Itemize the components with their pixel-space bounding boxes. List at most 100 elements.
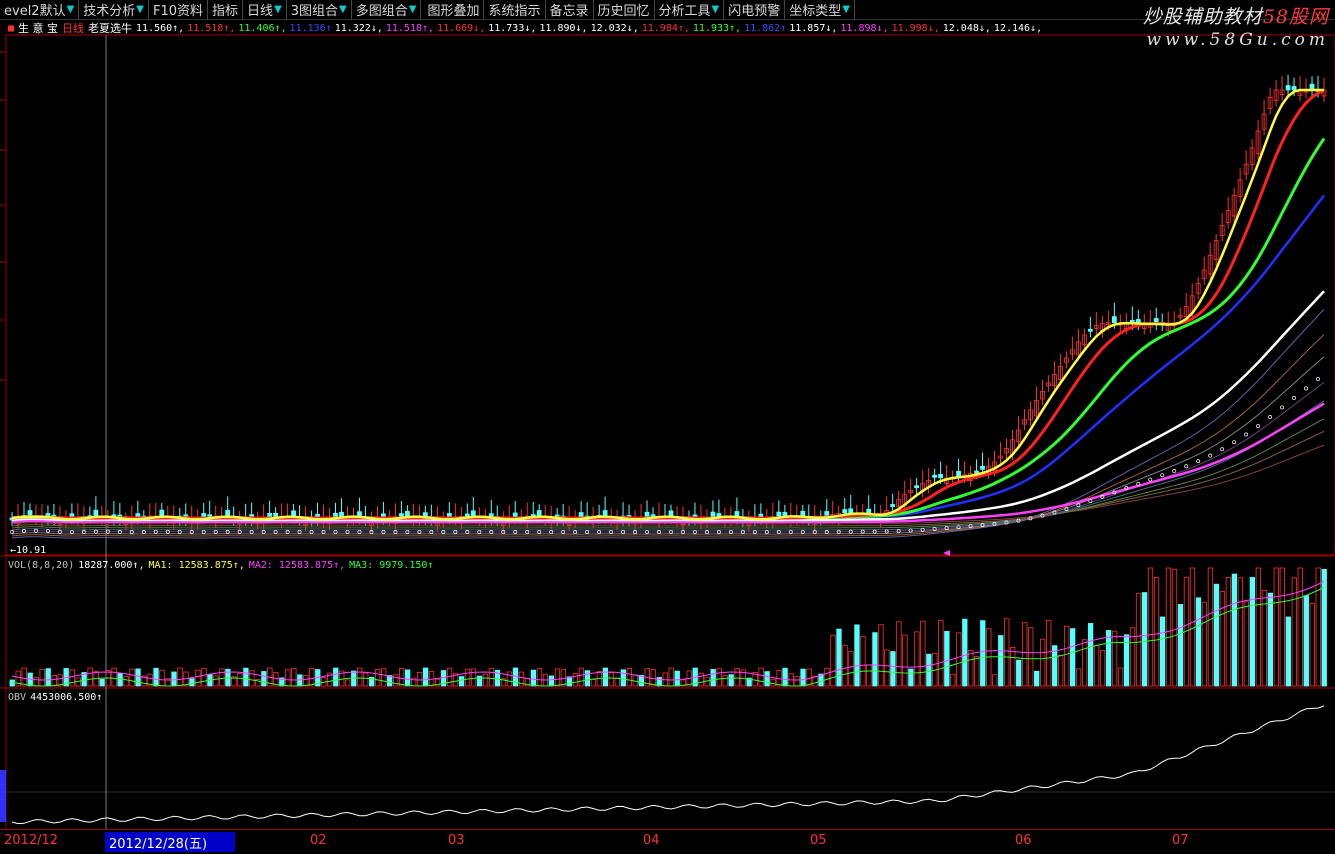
volume-bar <box>488 667 495 687</box>
volume-bar <box>87 667 93 687</box>
period-label[interactable]: 日线 <box>62 20 84 36</box>
volume-bar <box>854 624 860 687</box>
ma-value: 11.136↑ <box>289 22 332 34</box>
volume-bar <box>620 669 626 687</box>
panel-marker-icon[interactable]: ■ <box>8 23 14 34</box>
formula-name[interactable]: 老夏选牛 <box>88 20 132 36</box>
volume-bar <box>375 669 381 687</box>
candle-body <box>776 511 782 517</box>
volume-bar <box>1087 623 1094 687</box>
volume-bar <box>1225 577 1232 687</box>
candle-body <box>578 512 584 518</box>
volume-bar <box>710 669 716 687</box>
volume-bar <box>399 668 405 687</box>
dropdown-arrow-icon[interactable]: ▼ <box>339 4 347 15</box>
volume-bar <box>1135 592 1142 687</box>
month-label: 07 <box>1172 833 1189 848</box>
volume-bar <box>482 673 489 687</box>
volume-bar <box>1303 595 1309 687</box>
date-axis[interactable]: 2012/12 2012/12/28(五) 02 03 04 05 06 07 <box>0 829 1335 854</box>
volume-bar <box>219 668 225 687</box>
volume-bar <box>866 664 872 687</box>
dropdown-arrow-icon[interactable]: ▼ <box>712 4 720 15</box>
volume-bar <box>1034 670 1040 687</box>
vol-name[interactable]: VOL(8,8,20) <box>8 560 74 571</box>
long-ma-line <box>11 381 1325 533</box>
toolbar-item-label: 日线 <box>247 4 274 19</box>
volume-bar <box>914 631 920 687</box>
dotted-ma-point <box>1220 447 1225 452</box>
toolbar-item-label: 指标 <box>212 4 239 19</box>
volume-bar <box>1243 601 1250 687</box>
ma-value: 11.898↓, <box>840 22 889 34</box>
candle-body <box>932 474 937 478</box>
dotted-ma-point <box>1172 468 1177 473</box>
volume-bar <box>908 668 914 687</box>
toolbar-item-label: 技术分析 <box>83 4 136 19</box>
dropdown-arrow-icon[interactable]: ▼ <box>274 4 282 15</box>
volume-bar <box>1189 567 1196 687</box>
volume-bar <box>39 669 45 687</box>
volume-bar <box>872 632 878 687</box>
dropdown-arrow-icon[interactable]: ▼ <box>67 4 75 15</box>
volume-bar <box>189 678 195 687</box>
candle-body <box>824 511 830 517</box>
ma-value: 11.518↑, <box>385 22 435 34</box>
volume-bar <box>890 651 896 687</box>
toolbar-item-13[interactable]: 坐标类型 ▼ <box>785 0 855 20</box>
volume-bar <box>363 672 369 687</box>
volume-bar <box>554 668 561 687</box>
ma-value: 12.146↓, <box>993 22 1043 34</box>
toolbar-item-3[interactable]: 指标 <box>208 0 244 20</box>
volume-bar <box>998 635 1004 687</box>
watermark-title: 炒股辅助教材58股网 <box>1142 6 1329 28</box>
volume-bar <box>1147 567 1154 687</box>
volume-bar <box>758 667 764 687</box>
toolbar-item-9[interactable]: 备忘录 <box>546 0 594 20</box>
long-ma-line <box>11 356 1325 535</box>
obv-name[interactable]: OBV <box>8 692 26 703</box>
toolbar-item-7[interactable]: 图形叠加 <box>421 0 485 20</box>
volume-bar <box>1081 639 1088 687</box>
toolbar-item-1[interactable]: 技术分析 ▼ <box>79 0 149 20</box>
dropdown-arrow-icon[interactable]: ▼ <box>136 4 144 15</box>
toolbar-item-10[interactable]: 历史回忆 <box>594 0 655 20</box>
dropdown-arrow-icon[interactable]: ▼ <box>842 4 850 15</box>
volume-bar <box>416 672 423 687</box>
volume-bar <box>249 670 255 687</box>
toolbar-item-5[interactable]: 3图组合 ▼ <box>287 0 352 20</box>
volume-bar <box>1285 616 1291 687</box>
dotted-ma-point <box>1244 432 1249 437</box>
toolbar-item-label: 坐标类型 <box>789 4 842 19</box>
candle-body <box>1087 328 1093 332</box>
ma-value: 11.862↑ <box>744 22 787 34</box>
long-ma-line <box>11 308 1325 539</box>
volume-bar <box>860 635 866 687</box>
volume-bar <box>608 672 614 687</box>
toolbar-item-12[interactable]: 闪电预警 <box>724 0 786 20</box>
volume-bar <box>1141 592 1148 687</box>
volume-bar <box>381 668 387 687</box>
dotted-ma-point <box>1160 473 1165 478</box>
toolbar-item-11[interactable]: 分析工具 ▼ <box>655 0 725 20</box>
ma-value: 11.998↓, <box>891 22 940 34</box>
toolbar-item-2[interactable]: F10资料 <box>149 0 209 20</box>
toolbar-item-6[interactable]: 多图组合 ▼ <box>352 0 422 20</box>
ma-value: 11.857↓, <box>789 22 838 34</box>
volume-bar <box>333 667 339 687</box>
candle-body <box>470 510 476 517</box>
volume-bar <box>764 671 770 687</box>
candle-body <box>267 512 273 518</box>
volume-bar <box>902 634 908 687</box>
toolbar-item-label: 备忘录 <box>549 4 589 19</box>
dropdown-arrow-icon[interactable]: ▼ <box>409 4 417 15</box>
toolbar-item-0[interactable]: evel2默认 ▼ <box>0 0 80 20</box>
volume-bar <box>357 667 363 687</box>
toolbar-item-4[interactable]: 日线 ▼ <box>243 0 287 20</box>
volume-bar <box>1093 645 1100 687</box>
chart-canvas[interactable] <box>0 0 1335 854</box>
toolbar-item-8[interactable]: 系统指示 <box>484 0 546 20</box>
candle-body <box>207 514 213 518</box>
volume-bar <box>177 667 183 687</box>
volume-bar <box>1267 592 1273 687</box>
